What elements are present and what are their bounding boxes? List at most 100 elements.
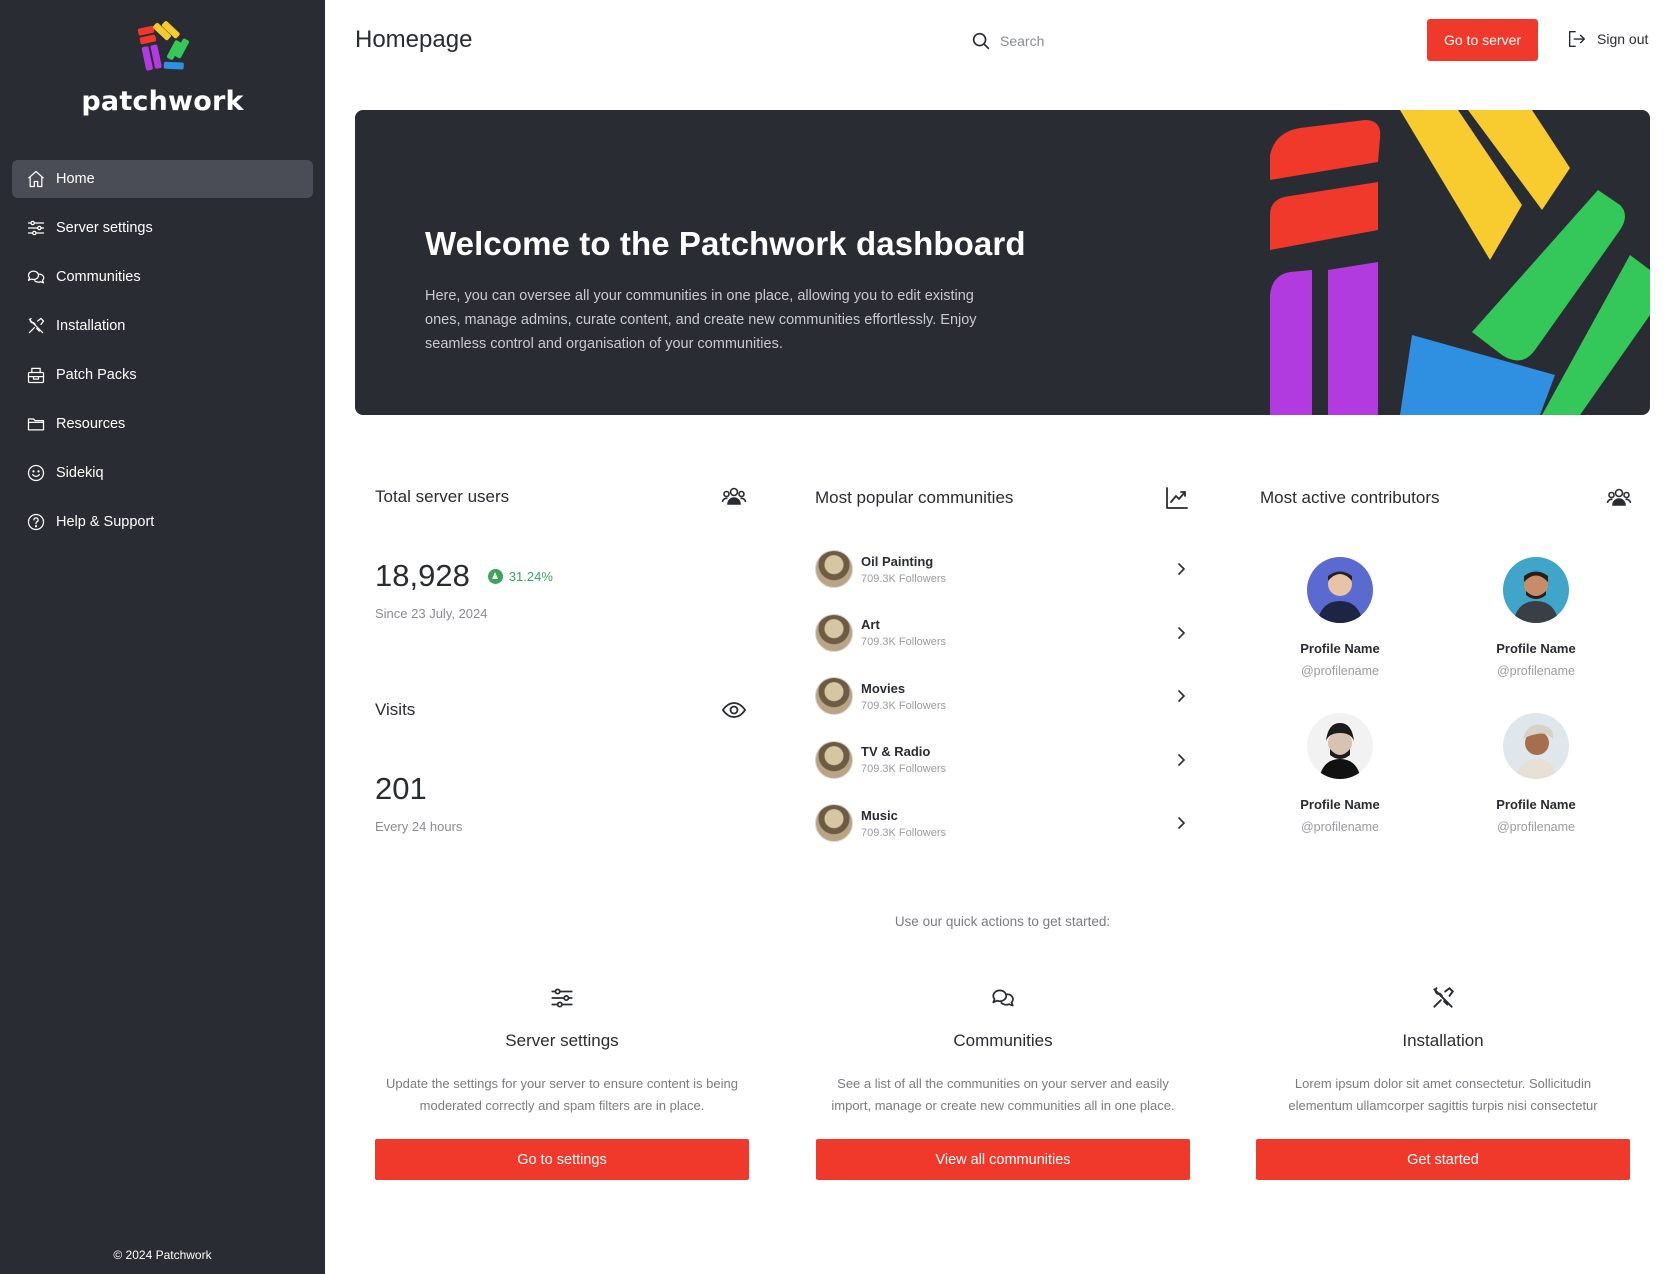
community-avatar — [815, 740, 853, 779]
sidebar-nav: Home Server settings Communities Install… — [12, 160, 313, 552]
contributor-name: Profile Name — [1496, 797, 1576, 812]
trend-value: 31.24% — [508, 568, 553, 584]
total-users-title: Total server users — [375, 487, 510, 506]
sidebar-item-label: Patch Packs — [56, 367, 137, 383]
action-description: See a list of all the communities on you… — [831, 1076, 1175, 1113]
contributor-name: Profile Name — [1300, 641, 1380, 656]
community-followers: 709.3K Followers — [861, 763, 946, 775]
chevron-right-icon — [1178, 817, 1186, 829]
smiley-icon — [27, 464, 45, 482]
contributor-name: Profile Name — [1300, 797, 1380, 812]
quick-action-installation: Installation Lorem ipsum dolor sit amet … — [1256, 985, 1630, 1180]
list-item[interactable]: Music 709.3K Followers — [815, 803, 1190, 843]
trending-chart-icon — [1166, 487, 1188, 509]
contributor-handle: @profilename — [1496, 820, 1575, 834]
help-circle-icon — [27, 513, 45, 531]
contributor-profile[interactable]: Profile Name @profilename — [1456, 713, 1616, 834]
patchwork-logo-icon — [137, 21, 189, 71]
community-avatar — [815, 613, 853, 652]
welcome-text: Here, you can oversee all your communiti… — [425, 288, 977, 352]
visits-title: Visits — [375, 700, 416, 719]
brand-logo[interactable]: patchwork — [0, 16, 325, 117]
sidebar-item-label: Home — [56, 171, 95, 187]
list-item[interactable]: Oil Painting 709.3K Followers — [815, 549, 1190, 589]
home-icon — [28, 170, 44, 188]
eye-icon — [721, 702, 747, 718]
visits-value: 201 — [375, 771, 427, 806]
chevron-right-icon — [1178, 753, 1186, 766]
sidebar-item-server-settings[interactable]: Server settings — [12, 209, 313, 247]
action-description: Lorem ipsum dolor sit amet consectetur. … — [1288, 1076, 1598, 1113]
contributor-handle: @profilename — [1496, 664, 1575, 678]
search-input[interactable] — [1000, 33, 1260, 49]
action-title: Server settings — [505, 1031, 619, 1050]
go-to-settings-button[interactable]: Go to settings — [375, 1139, 749, 1180]
view-all-communities-button[interactable]: View all communities — [816, 1139, 1190, 1180]
sidebar-item-patch-packs[interactable]: Patch Packs — [12, 356, 313, 394]
list-item[interactable]: Art 709.3K Followers — [815, 613, 1190, 653]
person-photo-icon — [1515, 724, 1557, 779]
person-photo-icon — [1317, 571, 1363, 623]
community-name: Art — [861, 617, 880, 632]
active-contributors-title: Most active contributors — [1260, 488, 1440, 507]
users-group-icon — [1606, 488, 1632, 506]
sidebar-item-label: Server settings — [56, 220, 153, 236]
chat-bubbles-icon — [27, 270, 45, 284]
sidebar-item-label: Sidekiq — [56, 465, 104, 481]
copyright: © 2024 Patchwork — [113, 1248, 212, 1262]
sidebar: patchwork Home Server settings Communiti… — [0, 0, 325, 1274]
community-avatar — [815, 677, 853, 715]
community-avatar — [815, 804, 853, 842]
go-to-server-button[interactable]: Go to server — [1427, 19, 1538, 61]
contributor-handle: @profilename — [1300, 820, 1379, 834]
brand-name: patchwork — [81, 86, 244, 117]
total-users-card: Total server users 18,928 31.24% Since 2… — [375, 484, 747, 621]
community-avatar — [815, 550, 853, 588]
trend-up-icon — [487, 568, 503, 584]
search-bar[interactable] — [970, 27, 1290, 55]
sidebar-item-help-support[interactable]: Help & Support — [12, 503, 313, 541]
page-title: Homepage — [355, 26, 473, 53]
chevron-right-icon — [1178, 563, 1186, 575]
community-followers: 709.3K Followers — [861, 699, 946, 712]
sliders-icon — [27, 220, 45, 236]
welcome-banner: Welcome to the Patchwork dashboard Here,… — [355, 110, 1650, 415]
total-users-value: 18,928 — [375, 558, 470, 593]
avatar — [1307, 713, 1373, 779]
quick-actions-caption: Use our quick actions to get started: — [894, 914, 1111, 929]
sidebar-item-sidekiq[interactable]: Sidekiq — [12, 454, 313, 492]
action-description: Update the settings for your server to e… — [386, 1076, 738, 1113]
sidebar-item-label: Installation — [56, 318, 126, 334]
list-item[interactable]: Movies 709.3K Followers — [815, 676, 1190, 716]
popular-communities-title: Most popular communities — [815, 488, 1014, 507]
get-started-button[interactable]: Get started — [1256, 1139, 1630, 1180]
community-name: Oil Painting — [861, 553, 934, 569]
list-item[interactable]: TV & Radio 709.3K Followers — [815, 740, 1190, 780]
avatar — [1503, 713, 1569, 779]
sidebar-item-communities[interactable]: Communities — [12, 258, 313, 296]
avatar — [1503, 557, 1569, 623]
action-title: Communities — [953, 1031, 1053, 1050]
sign-out-link[interactable]: Sign out — [1566, 28, 1648, 50]
contributor-profile[interactable]: Profile Name @profilename — [1260, 713, 1420, 834]
logout-icon — [1568, 30, 1586, 48]
sidebar-item-label: Help & Support — [56, 514, 155, 530]
patchwork-logo-artwork — [1270, 110, 1650, 415]
sliders-icon — [551, 988, 573, 1008]
tools-icon — [28, 317, 45, 334]
package-icon — [27, 367, 45, 384]
community-followers: 709.3K Followers — [861, 636, 946, 648]
visits-period: Every 24 hours — [375, 819, 463, 834]
person-photo-icon — [1513, 571, 1559, 623]
contributor-profile[interactable]: Profile Name @profilename — [1456, 557, 1616, 678]
contributor-profile[interactable]: Profile Name @profilename — [1260, 557, 1420, 678]
tools-icon — [1433, 986, 1455, 1008]
community-name: Movies — [861, 680, 906, 696]
quick-action-server-settings: Server settings Update the settings for … — [375, 985, 749, 1180]
active-contributors-card: Most active contributors Profile Name @p… — [1260, 485, 1632, 834]
sidebar-item-label: Resources — [56, 416, 126, 432]
sidebar-item-home[interactable]: Home — [12, 160, 313, 198]
sidebar-item-resources[interactable]: Resources — [12, 405, 313, 443]
sidebar-item-installation[interactable]: Installation — [12, 307, 313, 345]
person-photo-icon — [1319, 723, 1361, 779]
